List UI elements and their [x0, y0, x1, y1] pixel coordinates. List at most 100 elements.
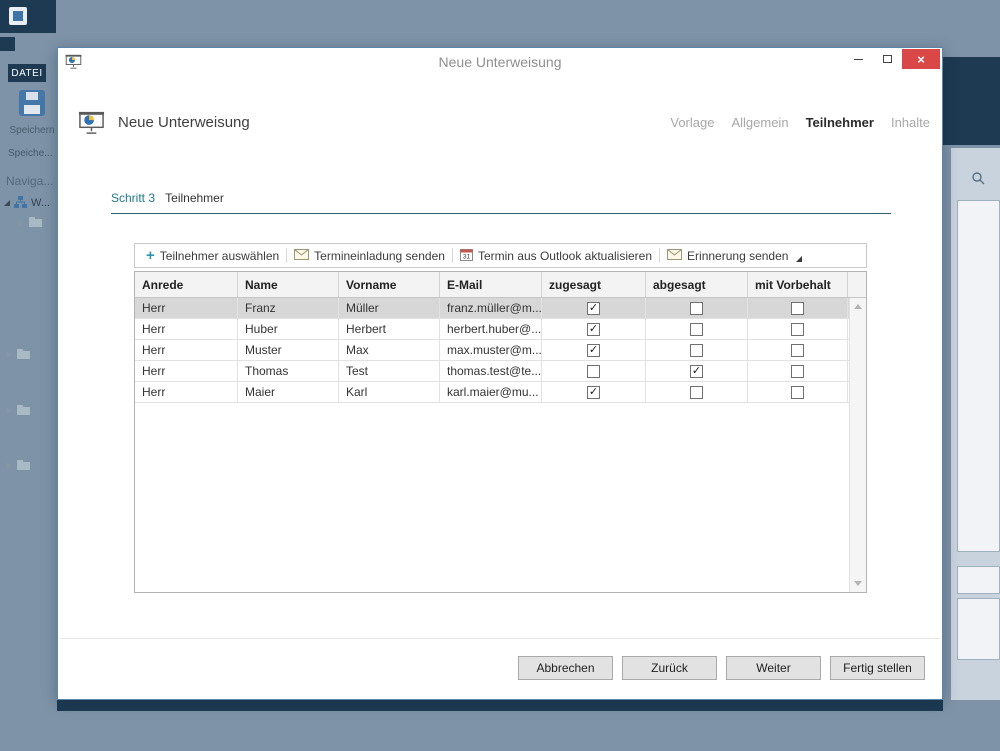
vertical-scrollbar[interactable] — [849, 298, 866, 592]
abgesagt-checkbox[interactable] — [690, 386, 703, 399]
cell-vorname: Karl — [339, 382, 440, 402]
save-button-label: Speichern — [8, 125, 56, 136]
cell-abgesagt — [646, 382, 748, 402]
table-row[interactable]: Herr Muster Max max.muster@m... — [135, 340, 866, 361]
scroll-up-icon — [854, 304, 862, 309]
table-row[interactable]: Herr Thomas Test thomas.test@te... — [135, 361, 866, 382]
column-header-email[interactable]: E-Mail — [440, 272, 542, 297]
tree-item — [18, 218, 43, 228]
expander-closed-icon — [6, 351, 11, 359]
mit-vorbehalt-checkbox[interactable] — [791, 344, 804, 357]
cell-anrede: Herr — [135, 361, 238, 381]
cell-vorname: Herbert — [339, 319, 440, 339]
zugesagt-checkbox[interactable] — [587, 302, 600, 315]
calendar-icon: 31 — [460, 248, 473, 264]
folder-icon — [16, 406, 31, 416]
abgesagt-checkbox[interactable] — [690, 302, 703, 315]
update-from-outlook-button[interactable]: 31 Termin aus Outlook aktualisieren — [453, 244, 659, 267]
tree-item — [6, 461, 31, 471]
table-header-row: Anrede Name Vorname E-Mail zugesagt abge… — [135, 272, 866, 298]
zugesagt-checkbox[interactable] — [587, 386, 600, 399]
screen: DATEI Speichern Speiche... Naviga... W..… — [0, 0, 1000, 751]
zugesagt-checkbox[interactable] — [587, 365, 600, 378]
table-row[interactable]: Herr Maier Karl karl.maier@mu... — [135, 382, 866, 403]
cell-email: thomas.test@te... — [440, 361, 542, 381]
footer-divider — [60, 638, 940, 639]
button-label: Teilnehmer auswählen — [160, 249, 279, 263]
cell-abgesagt — [646, 319, 748, 339]
mit-vorbehalt-checkbox[interactable] — [791, 365, 804, 378]
close-button[interactable]: × — [902, 49, 940, 69]
send-invitation-button[interactable]: Termineinladung senden — [287, 244, 452, 267]
wizard-step-allgemein[interactable]: Allgemein — [731, 115, 788, 130]
mit-vorbehalt-checkbox[interactable] — [791, 302, 804, 315]
save-icon — [19, 90, 45, 116]
cell-mit-vorbehalt — [748, 382, 848, 402]
save-group-label: Speiche... — [8, 148, 52, 159]
cell-abgesagt — [646, 361, 748, 381]
cell-vorname: Test — [339, 361, 440, 381]
mail-icon — [294, 249, 309, 263]
mit-vorbehalt-checkbox[interactable] — [791, 323, 804, 336]
participants-toolbar: + Teilnehmer auswählen Termineinladung s… — [134, 243, 867, 268]
abgesagt-checkbox[interactable] — [690, 323, 703, 336]
presentation-icon — [78, 109, 105, 136]
cell-email: herbert.huber@... — [440, 319, 542, 339]
participants-table: Anrede Name Vorname E-Mail zugesagt abge… — [134, 271, 867, 593]
cell-email: karl.maier@mu... — [440, 382, 542, 402]
cell-mit-vorbehalt — [748, 298, 848, 318]
folder-icon — [16, 350, 31, 360]
ribbon-save-button: Speichern — [8, 90, 56, 136]
wizard-nav: Vorlage Allgemein Teilnehmer Inhalte — [670, 115, 930, 130]
folder-icon — [16, 461, 31, 471]
minimize-icon — [854, 59, 863, 60]
window-title: Neue Unterweisung — [58, 54, 942, 70]
column-header-name[interactable]: Name — [238, 272, 339, 297]
cell-name: Franz — [238, 298, 339, 318]
step-name: Teilnehmer — [165, 191, 224, 205]
mail-icon — [667, 249, 682, 263]
column-header-filler — [848, 272, 866, 297]
cell-name: Muster — [238, 340, 339, 360]
button-label: Termin aus Outlook aktualisieren — [478, 249, 652, 263]
tree-item — [6, 406, 31, 416]
column-header-anrede[interactable]: Anrede — [135, 272, 238, 297]
table-row[interactable]: Herr Franz Müller franz.müller@m... — [135, 298, 866, 319]
cell-zugesagt — [542, 382, 646, 402]
file-menu-tab: DATEI — [8, 64, 46, 82]
cell-abgesagt — [646, 298, 748, 318]
cell-mit-vorbehalt — [748, 340, 848, 360]
table-row[interactable]: Herr Huber Herbert herbert.huber@... — [135, 319, 866, 340]
cell-zugesagt — [542, 298, 646, 318]
abgesagt-checkbox[interactable] — [690, 365, 703, 378]
column-header-vorname[interactable]: Vorname — [339, 272, 440, 297]
minimize-button[interactable] — [844, 49, 873, 69]
zugesagt-checkbox[interactable] — [587, 344, 600, 357]
maximize-button[interactable] — [873, 49, 902, 69]
wizard-step-vorlage[interactable]: Vorlage — [670, 115, 714, 130]
dialog-header: Neue Unterweisung Vorlage Allgemein Teil… — [78, 104, 930, 140]
column-header-abgesagt[interactable]: abgesagt — [646, 272, 748, 297]
cell-name: Thomas — [238, 361, 339, 381]
dialog-titlebar[interactable]: Neue Unterweisung × — [58, 48, 942, 76]
background-preview-box — [957, 200, 1000, 552]
wizard-step-inhalte[interactable]: Inhalte — [891, 115, 930, 130]
weiter-button[interactable]: Weiter — [726, 656, 821, 680]
zugesagt-checkbox[interactable] — [587, 323, 600, 336]
abgesagt-checkbox[interactable] — [690, 344, 703, 357]
mit-vorbehalt-checkbox[interactable] — [791, 386, 804, 399]
cell-vorname: Max — [339, 340, 440, 360]
add-participant-button[interactable]: + Teilnehmer auswählen — [139, 244, 286, 267]
abbrechen-button[interactable]: Abbrechen — [518, 656, 613, 680]
fertig-stellen-button[interactable]: Fertig stellen — [830, 656, 925, 680]
send-reminder-button[interactable]: Erinnerung senden — [660, 244, 809, 267]
cell-email: max.muster@m... — [440, 340, 542, 360]
column-header-mit-vorbehalt[interactable]: mit Vorbehalt — [748, 272, 848, 297]
button-label: Erinnerung senden — [687, 249, 788, 263]
zurueck-button[interactable]: Zurück — [622, 656, 717, 680]
wizard-step-teilnehmer[interactable]: Teilnehmer — [806, 115, 874, 130]
cell-zugesagt — [542, 340, 646, 360]
tree-root-item: W... — [4, 196, 50, 209]
column-header-zugesagt[interactable]: zugesagt — [542, 272, 646, 297]
maximize-icon — [883, 55, 892, 63]
